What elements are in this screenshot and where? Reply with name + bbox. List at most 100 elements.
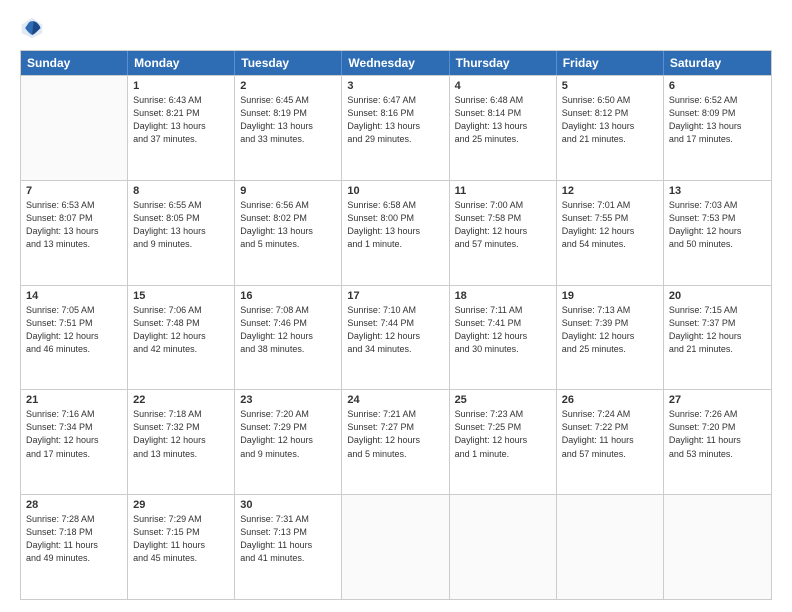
calendar-cell: 4Sunrise: 6:48 AM Sunset: 8:14 PM Daylig… (450, 76, 557, 180)
cell-info: Sunrise: 7:24 AM Sunset: 7:22 PM Dayligh… (562, 408, 658, 460)
calendar-cell: 12Sunrise: 7:01 AM Sunset: 7:55 PM Dayli… (557, 181, 664, 285)
calendar: SundayMondayTuesdayWednesdayThursdayFrid… (20, 50, 772, 600)
header-day: Wednesday (342, 51, 449, 75)
header-day: Monday (128, 51, 235, 75)
calendar-week-row: 14 Sunrise: 7:05 AM Sunset: 7:51 PM Dayli… (21, 285, 771, 390)
cell-info: Sunrise: 7:15 AM Sunset: 7:37 PM Dayligh… (669, 304, 766, 356)
day-number: 26 (562, 394, 658, 406)
cell-info: Sunrise: 7:01 AM Sunset: 7:55 PM Dayligh… (562, 199, 658, 251)
cell-info: Sunrise: 7:06 AM Sunset: 7:48 PM Dayligh… (133, 304, 229, 356)
calendar-cell: 8Sunrise: 6:55 AM Sunset: 8:05 PM Daylig… (128, 181, 235, 285)
calendar-cell: 26 Sunrise: 7:24 AM Sunset: 7:22 PM Dayli… (557, 390, 664, 494)
day-number: 6 (669, 80, 766, 92)
calendar-cell: 21 Sunrise: 7:16 AM Sunset: 7:34 PM Dayli… (21, 390, 128, 494)
calendar-cell: 9 Sunrise: 6:56 AM Sunset: 8:02 PM Daylig… (235, 181, 342, 285)
day-number: 28 (26, 499, 122, 511)
day-number: 3 (347, 80, 443, 92)
cell-info: Sunrise: 6:47 AM Sunset: 8:16 PM Dayligh… (347, 94, 443, 146)
day-number: 5 (562, 80, 658, 92)
calendar-cell: 25 Sunrise: 7:23 AM Sunset: 7:25 PM Dayli… (450, 390, 557, 494)
calendar-cell: 6 Sunrise: 6:52 AM Sunset: 8:09 PM Daylig… (664, 76, 771, 180)
calendar-cell (557, 495, 664, 599)
cell-info: Sunrise: 6:56 AM Sunset: 8:02 PM Dayligh… (240, 199, 336, 251)
calendar-cell (21, 76, 128, 180)
page: SundayMondayTuesdayWednesdayThursdayFrid… (0, 0, 792, 612)
day-number: 21 (26, 394, 122, 406)
calendar-cell: 17 Sunrise: 7:10 AM Sunset: 7:44 PM Dayli… (342, 286, 449, 390)
day-number: 17 (347, 290, 443, 302)
day-number: 25 (455, 394, 551, 406)
cell-info: Sunrise: 7:08 AM Sunset: 7:46 PM Dayligh… (240, 304, 336, 356)
day-number: 1 (133, 80, 229, 92)
day-number: 18 (455, 290, 551, 302)
calendar-cell: 11Sunrise: 7:00 AM Sunset: 7:58 PM Dayli… (450, 181, 557, 285)
day-number: 8 (133, 185, 229, 197)
cell-info: Sunrise: 7:26 AM Sunset: 7:20 PM Dayligh… (669, 408, 766, 460)
day-number: 13 (669, 185, 766, 197)
cell-info: Sunrise: 7:23 AM Sunset: 7:25 PM Dayligh… (455, 408, 551, 460)
cell-info: Sunrise: 6:50 AM Sunset: 8:12 PM Dayligh… (562, 94, 658, 146)
day-number: 29 (133, 499, 229, 511)
cell-info: Sunrise: 7:31 AM Sunset: 7:13 PM Dayligh… (240, 513, 336, 565)
cell-info: Sunrise: 7:03 AM Sunset: 7:53 PM Dayligh… (669, 199, 766, 251)
calendar-cell: 5 Sunrise: 6:50 AM Sunset: 8:12 PM Daylig… (557, 76, 664, 180)
day-number: 15 (133, 290, 229, 302)
calendar-cell: 13 Sunrise: 7:03 AM Sunset: 7:53 PM Dayli… (664, 181, 771, 285)
calendar-cell: 30 Sunrise: 7:31 AM Sunset: 7:13 PM Dayli… (235, 495, 342, 599)
day-number: 23 (240, 394, 336, 406)
calendar-cell: 10 Sunrise: 6:58 AM Sunset: 8:00 PM Dayli… (342, 181, 449, 285)
header-day: Saturday (664, 51, 771, 75)
cell-info: Sunrise: 7:00 AM Sunset: 7:58 PM Dayligh… (455, 199, 551, 251)
cell-info: Sunrise: 7:10 AM Sunset: 7:44 PM Dayligh… (347, 304, 443, 356)
calendar-cell: 24 Sunrise: 7:21 AM Sunset: 7:27 PM Dayli… (342, 390, 449, 494)
day-number: 24 (347, 394, 443, 406)
cell-info: Sunrise: 7:28 AM Sunset: 7:18 PM Dayligh… (26, 513, 122, 565)
cell-info: Sunrise: 7:20 AM Sunset: 7:29 PM Dayligh… (240, 408, 336, 460)
calendar-week-row: 21 Sunrise: 7:16 AM Sunset: 7:34 PM Dayli… (21, 389, 771, 494)
header-day: Thursday (450, 51, 557, 75)
day-number: 20 (669, 290, 766, 302)
day-number: 7 (26, 185, 122, 197)
header-day: Sunday (21, 51, 128, 75)
calendar-cell: 19 Sunrise: 7:13 AM Sunset: 7:39 PM Dayli… (557, 286, 664, 390)
calendar-cell: 3 Sunrise: 6:47 AM Sunset: 8:16 PM Daylig… (342, 76, 449, 180)
cell-info: Sunrise: 7:21 AM Sunset: 7:27 PM Dayligh… (347, 408, 443, 460)
cell-info: Sunrise: 7:05 AM Sunset: 7:51 PM Dayligh… (26, 304, 122, 356)
calendar-cell: 16 Sunrise: 7:08 AM Sunset: 7:46 PM Dayli… (235, 286, 342, 390)
calendar-cell: 14 Sunrise: 7:05 AM Sunset: 7:51 PM Dayli… (21, 286, 128, 390)
day-number: 9 (240, 185, 336, 197)
cell-info: Sunrise: 7:11 AM Sunset: 7:41 PM Dayligh… (455, 304, 551, 356)
day-number: 19 (562, 290, 658, 302)
calendar-cell (450, 495, 557, 599)
calendar-cell: 18 Sunrise: 7:11 AM Sunset: 7:41 PM Dayli… (450, 286, 557, 390)
cell-info: Sunrise: 6:58 AM Sunset: 8:00 PM Dayligh… (347, 199, 443, 251)
logo (20, 16, 48, 40)
header (20, 16, 772, 40)
cell-info: Sunrise: 6:43 AM Sunset: 8:21 PM Dayligh… (133, 94, 229, 146)
calendar-week-row: 7 Sunrise: 6:53 AM Sunset: 8:07 PM Daylig… (21, 180, 771, 285)
day-number: 16 (240, 290, 336, 302)
calendar-week-row: 28 Sunrise: 7:28 AM Sunset: 7:18 PM Dayli… (21, 494, 771, 599)
day-number: 30 (240, 499, 336, 511)
cell-info: Sunrise: 7:16 AM Sunset: 7:34 PM Dayligh… (26, 408, 122, 460)
header-day: Tuesday (235, 51, 342, 75)
day-number: 10 (347, 185, 443, 197)
day-number: 22 (133, 394, 229, 406)
cell-info: Sunrise: 6:45 AM Sunset: 8:19 PM Dayligh… (240, 94, 336, 146)
header-day: Friday (557, 51, 664, 75)
calendar-cell: 7 Sunrise: 6:53 AM Sunset: 8:07 PM Daylig… (21, 181, 128, 285)
logo-icon (20, 16, 44, 40)
calendar-cell: 20 Sunrise: 7:15 AM Sunset: 7:37 PM Dayli… (664, 286, 771, 390)
day-number: 27 (669, 394, 766, 406)
calendar-cell: 1 Sunrise: 6:43 AM Sunset: 8:21 PM Daylig… (128, 76, 235, 180)
calendar-cell: 27 Sunrise: 7:26 AM Sunset: 7:20 PM Dayli… (664, 390, 771, 494)
cell-info: Sunrise: 6:48 AM Sunset: 8:14 PM Dayligh… (455, 94, 551, 146)
cell-info: Sunrise: 6:52 AM Sunset: 8:09 PM Dayligh… (669, 94, 766, 146)
day-number: 14 (26, 290, 122, 302)
cell-info: Sunrise: 7:13 AM Sunset: 7:39 PM Dayligh… (562, 304, 658, 356)
cell-info: Sunrise: 7:18 AM Sunset: 7:32 PM Dayligh… (133, 408, 229, 460)
calendar-cell: 23 Sunrise: 7:20 AM Sunset: 7:29 PM Dayli… (235, 390, 342, 494)
cell-info: Sunrise: 6:53 AM Sunset: 8:07 PM Dayligh… (26, 199, 122, 251)
calendar-cell (664, 495, 771, 599)
calendar-header: SundayMondayTuesdayWednesdayThursdayFrid… (21, 51, 771, 75)
